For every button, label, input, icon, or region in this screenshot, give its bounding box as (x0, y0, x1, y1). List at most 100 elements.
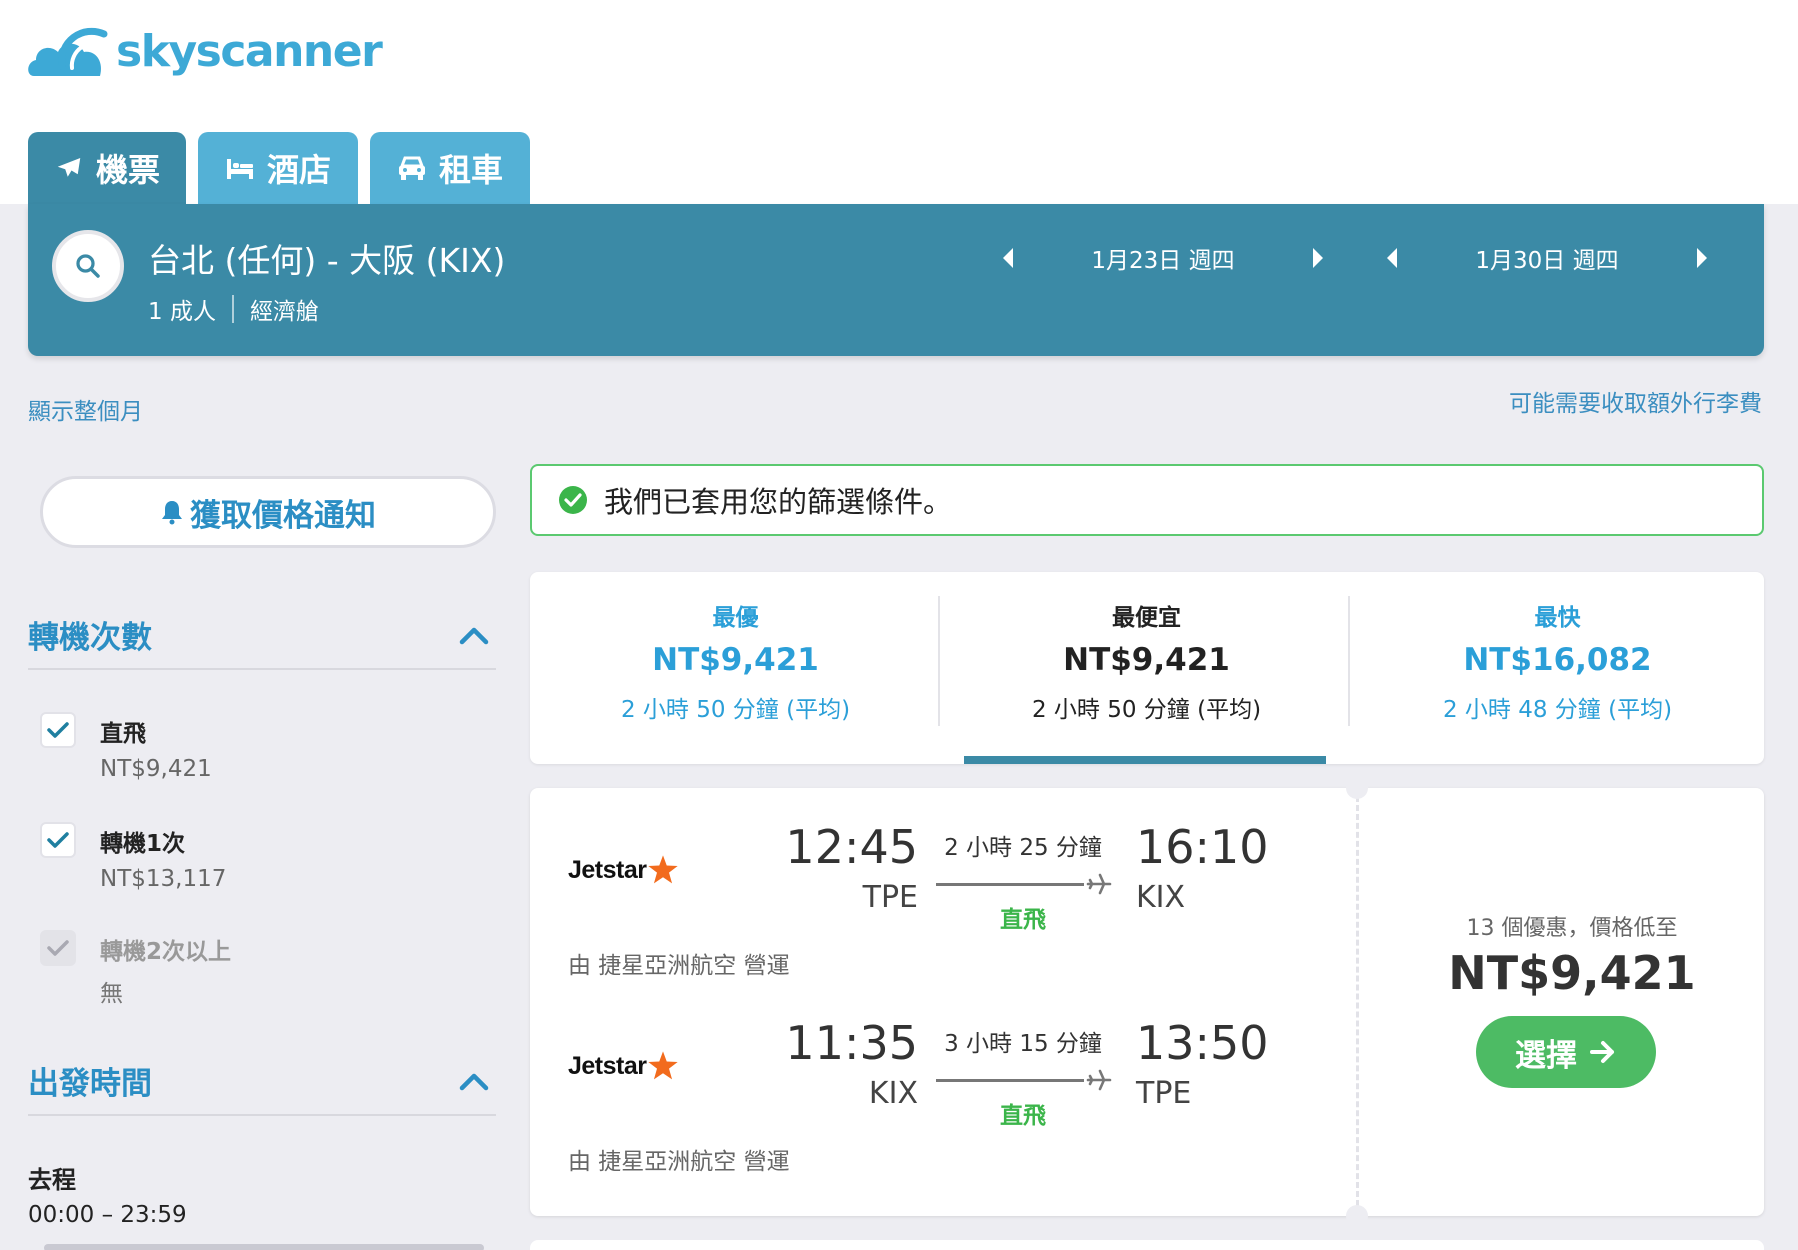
plane-icon (1086, 1069, 1112, 1091)
sort-best[interactable]: 最優 NT$9,421 2 小時 50 分鐘 (平均) (530, 596, 941, 732)
deals-count: 13 個優惠，價格低至 (1466, 916, 1678, 941)
stop-option-price: NT$13,117 (100, 866, 227, 892)
outbound-time-range: 00:00 – 23:59 (28, 1202, 187, 1228)
passenger-count: 1 成人 (148, 299, 216, 325)
bell-icon (162, 501, 182, 525)
filters-applied-banner: 我們已套用您的篩選條件。 (530, 464, 1764, 536)
sort-price: NT$9,421 (1063, 642, 1230, 678)
search-button[interactable] (52, 230, 124, 302)
divider (938, 596, 940, 726)
price-alert-label: 獲取價格通知 (190, 497, 376, 534)
chevron-up-icon[interactable] (458, 1070, 490, 1094)
tab-car-hire-label: 租車 (438, 151, 503, 189)
plane-icon (57, 158, 81, 177)
price-alert-button[interactable]: 獲取價格通知 (40, 476, 496, 548)
brand-name: skyscanner (116, 25, 383, 77)
route-text[interactable]: 台北 (任何) - 大阪 (KIX) (148, 234, 505, 282)
skyscanner-cloud-icon (28, 27, 108, 76)
caret-left-icon (1003, 248, 1013, 268)
stop-option-price: NT$9,421 (100, 756, 212, 782)
depart-airport: KIX (868, 1076, 918, 1111)
divider (231, 295, 234, 323)
stops-filter-title: 轉機次數 (28, 620, 152, 656)
stop-option-label: 轉機2次以上 (100, 939, 232, 965)
depart-time: 11:35 (785, 1016, 918, 1070)
sort-duration: 2 小時 48 分鐘 (平均) (1442, 697, 1673, 723)
filters-applied-text: 我們已套用您的篩選條件。 (604, 485, 953, 519)
operated-by: 由 捷星亞洲航空 營運 (568, 1149, 790, 1175)
depart-next-day-button[interactable] (1298, 238, 1338, 278)
sort-price: NT$9,421 (652, 642, 819, 678)
arrive-time: 16:10 (1136, 820, 1269, 874)
bed-icon (226, 159, 253, 179)
one-stop-checkbox[interactable] (40, 822, 76, 858)
star-icon (647, 1051, 678, 1080)
outbound-label: 去程 (28, 1166, 76, 1194)
depart-airport: TPE (862, 880, 918, 915)
outbound-leg: Jetstar 12:45 TPE 2 小時 25 分鐘 直飛 16:10 KI… (530, 820, 1350, 1000)
arrive-airport: KIX (1136, 880, 1186, 915)
search-icon (76, 254, 100, 278)
stops-filter-header[interactable]: 轉機次數 (28, 612, 496, 670)
sort-cheapest[interactable]: 最便宜 NT$9,421 2 小時 50 分鐘 (平均) (941, 596, 1352, 732)
return-date[interactable]: 1月30日 週四 (1412, 241, 1682, 275)
caret-right-icon (1697, 248, 1707, 268)
stops-label: 直飛 (1000, 907, 1046, 933)
sort-options: 最優 NT$9,421 2 小時 50 分鐘 (平均) 最便宜 NT$9,421… (530, 572, 1764, 764)
ticket-notch (1346, 1205, 1368, 1227)
tab-car-hire[interactable]: 租車 (370, 132, 530, 204)
divider (1348, 596, 1350, 726)
check-circle-icon (559, 486, 587, 514)
passenger-cabin-summary[interactable]: 1 成人 經濟艙 (148, 292, 319, 326)
return-date-control: 1月30日 週四 (1372, 238, 1722, 278)
check-icon (47, 722, 69, 738)
depart-prev-day-button[interactable] (988, 238, 1028, 278)
stop-option-label[interactable]: 直飛 (100, 714, 146, 748)
departure-times-title: 出發時間 (28, 1066, 152, 1102)
tab-flights[interactable]: 機票 (28, 132, 186, 204)
caret-left-icon (1387, 248, 1397, 268)
arrive-time: 13:50 (1136, 1016, 1269, 1070)
departure-times-filter-header[interactable]: 出發時間 (28, 1058, 496, 1116)
caret-right-icon (1313, 248, 1323, 268)
star-icon (647, 855, 678, 884)
search-summary-bar[interactable]: 台北 (任何) - 大阪 (KIX) 1 成人 經濟艙 1月23日 週四 1月3… (28, 204, 1764, 356)
sort-fastest[interactable]: 最快 NT$16,082 2 小時 48 分鐘 (平均) (1352, 596, 1763, 732)
check-icon (47, 940, 69, 956)
ticket-perforation (1356, 796, 1359, 1206)
depart-time: 12:45 (785, 820, 918, 874)
depart-date-control: 1月23日 週四 (988, 238, 1338, 278)
flight-duration: 3 小時 15 分鐘 (944, 1031, 1102, 1057)
two-plus-stops-checkbox (40, 930, 76, 966)
stops-label: 直飛 (1000, 1103, 1046, 1129)
show-whole-month-link[interactable]: 顯示整個月 (28, 392, 143, 426)
tab-hotels-label: 酒店 (266, 151, 331, 189)
cabin-class: 經濟艙 (249, 299, 319, 325)
selected-sort-indicator (964, 756, 1326, 764)
route-line (936, 883, 1084, 886)
plane-icon (1086, 873, 1112, 895)
sort-title: 最便宜 (1112, 605, 1181, 631)
flight-result-card[interactable]: Jetstar 12:45 TPE 2 小時 25 分鐘 直飛 16:10 KI… (530, 777, 1764, 1227)
sort-title: 最優 (712, 605, 759, 631)
next-result-card[interactable] (530, 1240, 1764, 1250)
baggage-fees-link[interactable]: 可能需要收取額外行李費 (1509, 384, 1762, 418)
flight-line (936, 873, 1116, 895)
direct-checkbox[interactable] (40, 712, 76, 748)
stop-option-label[interactable]: 轉機1次 (100, 824, 185, 858)
jetstar-logo: Jetstar (568, 854, 679, 886)
select-button[interactable]: 選擇 (1476, 1016, 1656, 1088)
tab-hotels[interactable]: 酒店 (198, 132, 358, 204)
airline-name: Jetstar (568, 1051, 647, 1080)
skyscanner-logo[interactable]: skyscanner (26, 22, 383, 80)
depart-date[interactable]: 1月23日 週四 (1028, 241, 1298, 275)
return-prev-day-button[interactable] (1372, 238, 1412, 278)
route-line (936, 1079, 1084, 1082)
jetstar-logo: Jetstar (568, 1050, 679, 1082)
time-range-slider[interactable] (44, 1244, 484, 1250)
chevron-up-icon[interactable] (458, 624, 490, 648)
stop-option-price: 無 (100, 981, 123, 1007)
arrive-airport: TPE (1136, 1076, 1192, 1111)
tab-flights-label: 機票 (95, 151, 160, 189)
return-next-day-button[interactable] (1682, 238, 1722, 278)
